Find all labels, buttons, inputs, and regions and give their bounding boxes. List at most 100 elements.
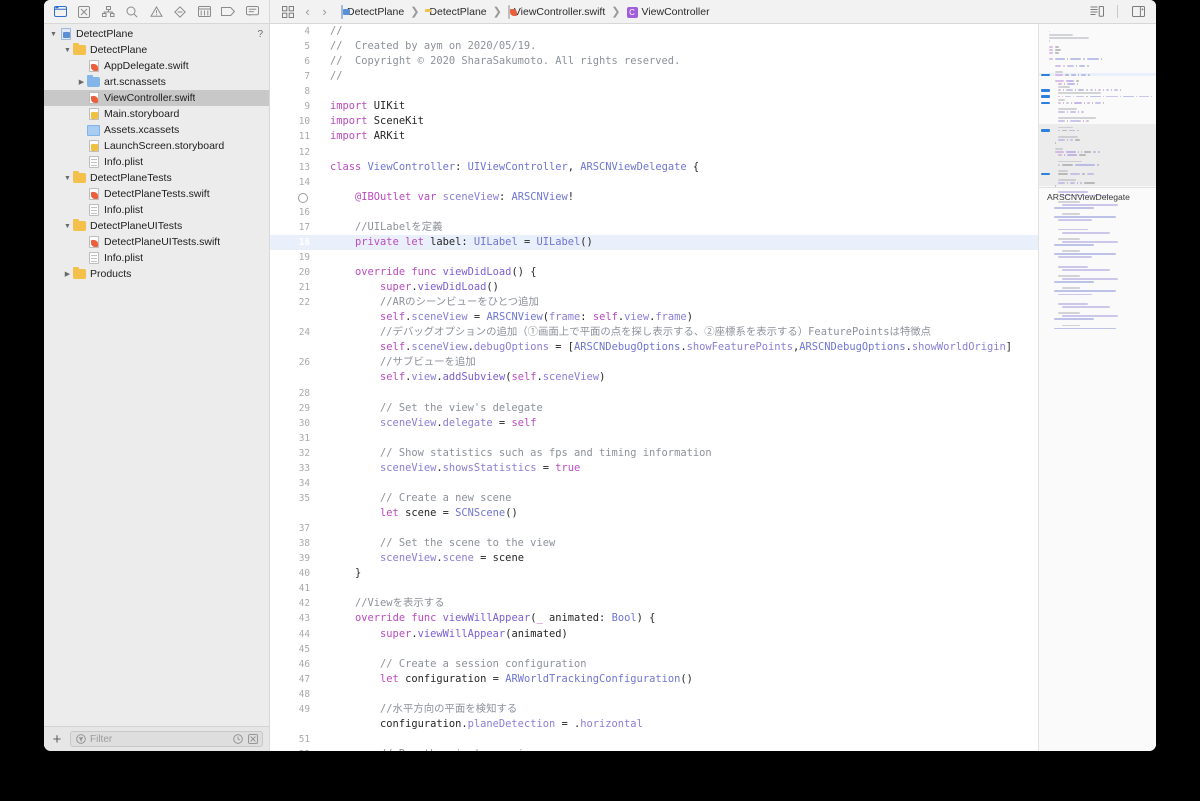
symbol-navigator-icon[interactable] [96,2,120,22]
code-line[interactable]: 5 // Created by aym on 2020/05/19. [270,39,1038,54]
file-tree-row[interactable]: Main.storyboard [44,106,269,122]
code-line[interactable]: 47 let configuration = ARWorldTrackingCo… [270,672,1038,687]
line-number[interactable]: 30 [270,416,316,431]
disclosure-triangle-icon[interactable] [62,175,73,182]
file-tree-row[interactable]: AppDelegate.swift [44,58,269,74]
file-tree-row[interactable]: DetectPlaneTests.swift [44,186,269,202]
line-number[interactable]: 34 [270,476,316,491]
code-line[interactable]: 30 sceneView.delegate = self [270,416,1038,431]
find-navigator-icon[interactable] [120,2,144,22]
code-line[interactable]: 20 override func viewDidLoad() { [270,265,1038,280]
line-number[interactable]: 36 [270,506,316,521]
file-tree-row[interactable]: DetectPlane? [44,26,269,42]
add-item-button[interactable]: + [50,732,64,747]
inspector-toggle-icon[interactable] [1127,2,1149,22]
code-line[interactable]: 19 [270,250,1038,265]
line-number[interactable]: 47 [270,672,316,687]
line-number[interactable]: 7 [270,69,316,84]
disclosure-triangle-icon[interactable] [76,78,87,86]
line-number[interactable]: 29 [270,401,316,416]
filter-input[interactable]: Filter [70,731,263,747]
related-items-icon[interactable] [277,2,299,22]
line-number[interactable]: 19 [270,250,316,265]
line-number[interactable]: 50 [270,717,316,732]
file-tree-row[interactable]: DetectPlaneUITests [44,218,269,234]
file-tree-row[interactable]: art.scnassets [44,74,269,90]
code-line[interactable]: 13 class ViewController: UIViewController… [270,160,1038,175]
breakpoint-navigator-icon[interactable] [216,2,240,22]
code-line[interactable]: 39 sceneView.scene = scene [270,551,1038,566]
breadcrumb-item-symbol[interactable]: C ViewController [625,6,712,18]
code-line[interactable]: 25 self.sceneView.debugOptions = [ARSCND… [270,340,1038,355]
code-line[interactable]: 6 // Copyright © 2020 SharaSakumoto. All … [270,54,1038,69]
line-number[interactable]: 20 [270,265,316,280]
file-tree-row[interactable]: LaunchScreen.storyboard [44,138,269,154]
code-line[interactable]: 43 override func viewWillAppear(_ animat… [270,611,1038,626]
code-line[interactable]: 7 // [270,69,1038,84]
line-number[interactable]: 32 [270,446,316,461]
code-line[interactable]: 4 // [270,24,1038,39]
code-line[interactable]: 14 [270,175,1038,190]
code-line[interactable]: 52 // Run the view's session [270,747,1038,751]
line-number[interactable]: 13 [270,160,316,175]
file-tree-row[interactable]: Info.plist [44,154,269,170]
code-line[interactable]: 44 super.viewWillAppear(animated) [270,627,1038,642]
code-line[interactable]: 34 [270,476,1038,491]
breadcrumb-item-file[interactable]: ViewController.swift [506,4,607,19]
line-number[interactable]: 10 [270,114,316,129]
editor-options-icon[interactable] [1086,2,1108,22]
code-line[interactable]: 36 let scene = SCNScene() [270,506,1038,521]
file-tree-row[interactable]: ViewController.swift [44,90,269,106]
code-line[interactable]: 9 import UIKit [270,99,1038,114]
line-number[interactable]: 35 [270,491,316,506]
code-line[interactable]: 40 } [270,566,1038,581]
code-line[interactable]: 50 configuration.planeDetection = .horiz… [270,717,1038,732]
line-number[interactable]: 41 [270,581,316,596]
help-indicator[interactable]: ? [257,29,263,40]
code-line[interactable]: 27 self.view.addSubview(self.sceneView) [270,370,1038,385]
line-number[interactable]: 45 [270,642,316,657]
code-line[interactable]: 42 //Viewを表示する [270,596,1038,611]
file-tree-row[interactable]: Info.plist [44,250,269,266]
line-number[interactable]: 49 [270,702,316,717]
disclosure-triangle-icon[interactable] [62,223,73,230]
code-line[interactable]: @IBOutlet var sceneView: ARSCNView! [270,190,1038,205]
navigate-forward-button[interactable]: › [316,2,333,22]
line-number[interactable]: 5 [270,39,316,54]
line-number[interactable]: 51 [270,732,316,747]
line-number[interactable]: 38 [270,536,316,551]
line-number[interactable]: 18 [270,235,316,250]
line-number[interactable]: 6 [270,54,316,69]
line-number[interactable]: 46 [270,657,316,672]
code-scroll-area[interactable]: 4 // 5 // Created by aym on 2020/05/19. 6 // … [270,24,1038,751]
file-tree-row[interactable]: Products [44,266,269,282]
code-line[interactable]: 45 [270,642,1038,657]
line-number[interactable]: 28 [270,386,316,401]
line-number[interactable]: 39 [270,551,316,566]
code-line[interactable]: 12 [270,145,1038,160]
code-line[interactable]: 24 //デバッグオプションの追加（①画面上で平面の点を探し表示する、②座標系を… [270,325,1038,340]
line-number[interactable]: 21 [270,280,316,295]
code-line[interactable]: 8 [270,84,1038,99]
code-line[interactable]: 28 [270,386,1038,401]
code-line[interactable]: 26 //サブビューを追加 [270,355,1038,370]
line-number[interactable]: 17 [270,220,316,235]
line-number[interactable]: 25 [270,340,316,355]
disclosure-triangle-icon[interactable] [62,270,73,278]
line-number[interactable]: 11 [270,129,316,144]
line-number[interactable]: 12 [270,145,316,160]
code-line[interactable]: 31 [270,431,1038,446]
line-number[interactable]: 48 [270,687,316,702]
code-line[interactable]: 23 self.sceneView = ARSCNView(frame: sel… [270,310,1038,325]
line-number[interactable]: 33 [270,461,316,476]
line-number[interactable]: 4 [270,24,316,39]
line-number[interactable]: 42 [270,596,316,611]
line-number[interactable]: 37 [270,521,316,536]
line-number[interactable]: 9 [270,99,316,114]
code-line[interactable]: 16 [270,205,1038,220]
code-minimap[interactable]: ARSCNViewDelegate [1038,24,1156,751]
code-line[interactable]: 38 // Set the scene to the view [270,536,1038,551]
disclosure-triangle-icon[interactable] [48,31,59,38]
code-line[interactable]: 37 [270,521,1038,536]
line-number[interactable]: 16 [270,205,316,220]
